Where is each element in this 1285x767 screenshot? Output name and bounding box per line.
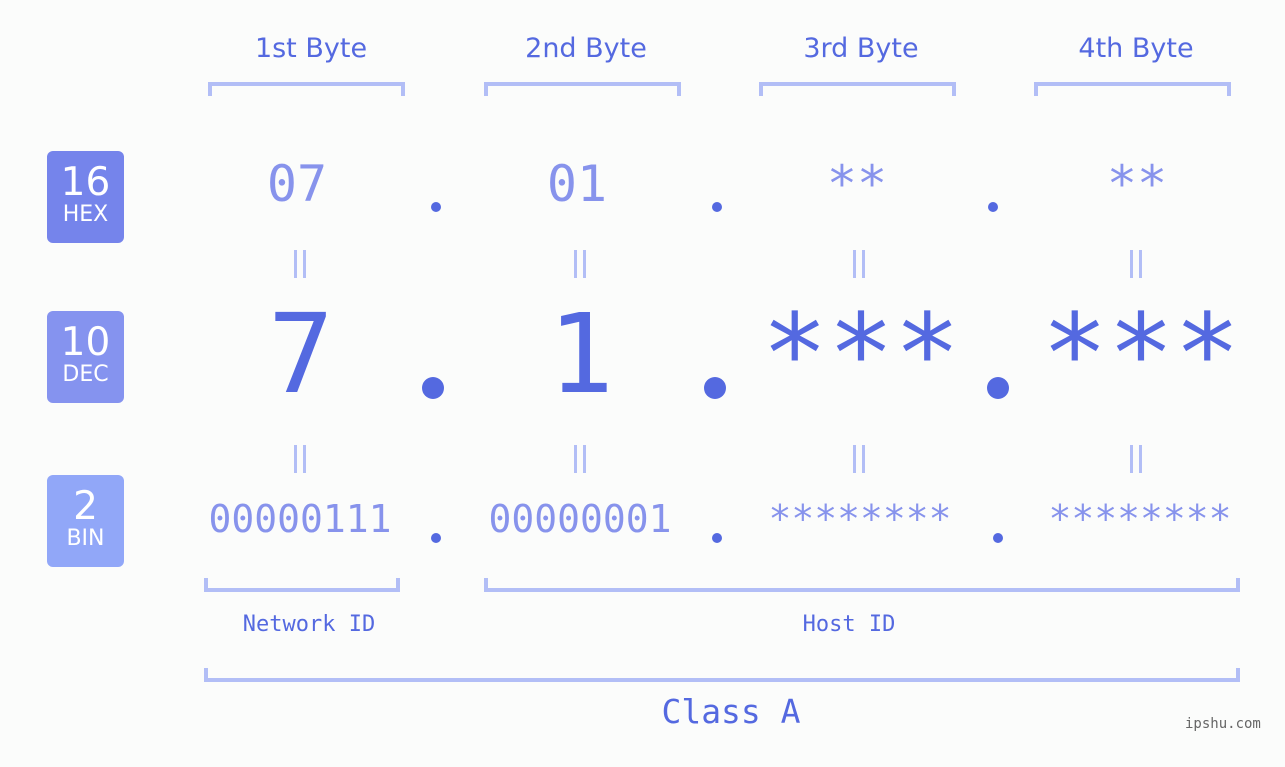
hex-base: 16 [60,160,111,205]
hex-byte-3: ** [826,155,888,213]
dec-separator-dot [704,377,726,399]
dec-label: DEC [62,362,109,387]
equals-icon [280,246,320,287]
equals-icon [560,441,600,482]
hex-byte-2: 01 [546,155,608,213]
dec-separator-dot [987,377,1009,399]
dec-byte-4: *** [1041,290,1241,418]
dec-badge: 10 DEC [47,311,124,403]
hex-separator-dot [712,202,722,212]
network-id-bracket [204,578,400,592]
byte-bracket-4 [1034,82,1231,96]
equals-icon [839,246,879,287]
equals-icon [560,246,600,287]
byte-bracket-3 [759,82,956,96]
bin-byte-4: ******** [1048,497,1232,541]
host-id-bracket [484,578,1240,592]
byte-header-4: 4th Byte [1078,33,1194,64]
byte-header-2: 2nd Byte [525,33,647,64]
bin-byte-2: 00000001 [488,497,672,541]
byte-bracket-2 [484,82,681,96]
hex-byte-4: ** [1106,155,1168,213]
host-id-label: Host ID [802,612,896,637]
hex-label: HEX [62,202,109,227]
watermark: ipshu.com [1185,716,1261,732]
bin-label: BIN [66,526,105,551]
dec-byte-1: 7 [267,290,335,418]
bin-separator-dot [712,533,722,543]
class-bracket [204,668,1240,682]
equals-icon [1116,441,1156,482]
dec-separator-dot [422,377,444,399]
dec-byte-2: 1 [547,290,615,418]
bin-byte-3: ******** [768,497,952,541]
equals-icon [1116,246,1156,287]
class-label: Class A [661,692,801,731]
bin-separator-dot [431,533,441,543]
byte-header-3: 3rd Byte [803,33,919,64]
bin-badge: 2 BIN [47,475,124,567]
equals-icon [839,441,879,482]
hex-badge: 16 HEX [47,151,124,243]
bin-byte-1: 00000111 [208,497,392,541]
equals-icon [280,441,320,482]
dec-byte-3: *** [761,290,961,418]
dec-base: 10 [60,320,111,365]
hex-byte-1: 07 [266,155,328,213]
byte-header-1: 1st Byte [254,33,368,64]
bin-separator-dot [993,533,1003,543]
hex-separator-dot [988,202,998,212]
hex-separator-dot [431,202,441,212]
network-id-label: Network ID [242,612,376,637]
byte-bracket-1 [208,82,405,96]
bin-base: 2 [73,484,98,529]
